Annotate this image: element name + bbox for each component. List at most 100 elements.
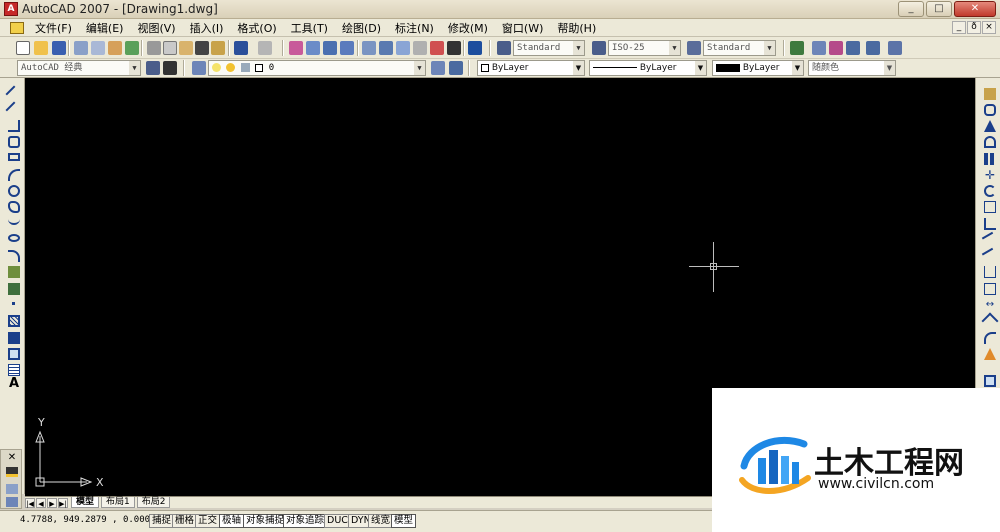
circle-icon[interactable] <box>8 185 20 197</box>
stretch-icon[interactable] <box>984 218 996 230</box>
linetype-select[interactable]: ByLayer ▼ <box>589 60 707 76</box>
3d-dwf-icon[interactable] <box>125 41 139 55</box>
help-icon[interactable] <box>468 41 482 55</box>
draw-order-icon[interactable] <box>984 375 996 387</box>
workspace-settings-icon[interactable] <box>146 61 160 75</box>
document-icon[interactable] <box>10 21 24 34</box>
snap-toggle[interactable]: 捕捉 <box>149 514 175 528</box>
autohide-icon[interactable] <box>6 484 18 494</box>
explode-icon[interactable] <box>984 348 996 360</box>
zoom-previous-icon[interactable] <box>340 41 354 55</box>
hatch-icon[interactable] <box>8 315 20 327</box>
join-icon[interactable]: ↔ <box>984 299 996 311</box>
publish-icon[interactable] <box>108 41 122 55</box>
view-icon[interactable] <box>812 41 826 55</box>
workspace-save-icon[interactable] <box>163 61 177 75</box>
menu-view[interactable]: 视图(V) <box>130 20 182 36</box>
markup-icon[interactable] <box>430 41 444 55</box>
gradient-icon[interactable] <box>8 332 20 344</box>
mirror-icon[interactable] <box>984 120 996 132</box>
first-tab-button[interactable]: |◀ <box>25 497 35 508</box>
table-icon[interactable] <box>8 364 20 376</box>
extend-icon[interactable] <box>981 247 999 265</box>
menu-dimension[interactable]: 标注(N) <box>388 20 441 36</box>
properties-panel-icon[interactable] <box>6 497 18 507</box>
menu-draw[interactable]: 绘图(D) <box>335 20 388 36</box>
make-block-icon[interactable] <box>8 283 20 295</box>
doc-close-button[interactable]: × <box>982 21 996 34</box>
design-center-icon[interactable] <box>379 41 393 55</box>
match-properties-icon[interactable] <box>195 41 209 55</box>
minimize-button[interactable]: _ <box>898 1 924 17</box>
doc-restore-button[interactable]: ð <box>967 21 981 34</box>
copy-icon[interactable] <box>163 41 177 55</box>
doc-minimize-button[interactable]: _ <box>952 21 966 34</box>
fillet-icon[interactable] <box>984 332 996 344</box>
refresh-icon[interactable] <box>790 41 804 55</box>
tab-layout2[interactable]: 布局2 <box>136 497 171 508</box>
properties-icon[interactable] <box>362 41 376 55</box>
pan-icon[interactable] <box>289 41 303 55</box>
polar-toggle[interactable]: 极轴 <box>219 514 245 528</box>
tool-palettes-icon[interactable] <box>396 41 410 55</box>
osnap-toggle[interactable]: 对象捕捉 <box>243 514 288 528</box>
revision-cloud-icon[interactable] <box>8 201 20 213</box>
spline-icon[interactable] <box>8 218 20 225</box>
wizard-icon[interactable] <box>888 41 902 55</box>
plot-style-select[interactable]: 随颜色 ▼ <box>808 60 896 76</box>
scale-icon[interactable] <box>984 201 996 213</box>
menu-file[interactable]: 文件(F) <box>28 20 79 36</box>
palette-icon[interactable] <box>6 467 18 477</box>
region-icon[interactable] <box>8 348 20 360</box>
menu-modify[interactable]: 修改(M) <box>441 20 495 36</box>
tab-model[interactable]: 模型 <box>71 497 100 508</box>
layer-previous-icon[interactable] <box>449 61 463 75</box>
layer-manager-icon[interactable] <box>192 61 206 75</box>
cut-icon[interactable] <box>147 41 161 55</box>
prev-tab-button[interactable]: ◀ <box>36 497 46 508</box>
lineweight-toggle[interactable]: 线宽 <box>368 514 394 528</box>
rectangle-icon[interactable] <box>8 153 20 161</box>
text-style-select[interactable]: Standard ▼ <box>513 40 585 56</box>
menu-tools[interactable]: 工具(T) <box>284 20 335 36</box>
break-icon[interactable] <box>984 283 996 295</box>
menu-window[interactable]: 窗口(W) <box>495 20 550 36</box>
copy-object-icon[interactable] <box>984 104 996 116</box>
ellipse-arc-icon[interactable] <box>8 250 20 262</box>
undo-icon[interactable] <box>234 41 248 55</box>
save-icon[interactable] <box>52 41 66 55</box>
ellipse-icon[interactable] <box>8 234 20 242</box>
menu-help[interactable]: 帮助(H) <box>550 20 603 36</box>
rotate-icon[interactable] <box>984 185 996 197</box>
move-icon[interactable]: ✛ <box>984 169 996 181</box>
last-tab-button[interactable]: ▶| <box>58 497 68 508</box>
close-icon[interactable]: ✕ <box>6 453 18 463</box>
named-views-icon[interactable] <box>829 41 843 55</box>
menu-insert[interactable]: 插入(I) <box>183 20 231 36</box>
viewport-icon[interactable] <box>846 41 860 55</box>
erase-icon[interactable] <box>984 88 996 100</box>
plot-preview-icon[interactable] <box>91 41 105 55</box>
multiline-text-icon[interactable]: A <box>9 377 21 390</box>
paste-icon[interactable] <box>179 41 193 55</box>
line-icon[interactable] <box>5 85 23 103</box>
construction-line-icon[interactable] <box>5 101 23 119</box>
open-icon[interactable] <box>34 41 48 55</box>
dim-style-select[interactable]: ISO-25 ▼ <box>608 40 681 56</box>
table-style-select[interactable]: Standard ▼ <box>703 40 776 56</box>
sheet-set-icon[interactable] <box>413 41 427 55</box>
array-icon[interactable] <box>984 153 996 165</box>
workspace-select[interactable]: AutoCAD 经典 ▼ <box>17 60 141 76</box>
grid-toggle[interactable]: 栅格 <box>172 514 198 528</box>
arc-icon[interactable] <box>8 169 20 181</box>
coordinate-readout[interactable]: 4.7788, 949.2879 , 0.0000 <box>20 515 155 525</box>
chamfer-icon[interactable] <box>981 312 999 330</box>
close-button[interactable]: ✕ <box>954 1 996 17</box>
zoom-window-icon[interactable] <box>323 41 337 55</box>
next-tab-button[interactable]: ▶ <box>47 497 57 508</box>
block-editor-icon[interactable] <box>211 41 225 55</box>
otrack-toggle[interactable]: 对象追踪 <box>283 514 328 528</box>
calculator-icon[interactable] <box>447 41 461 55</box>
color-select[interactable]: ByLayer ▼ <box>477 60 585 76</box>
polygon-icon[interactable] <box>8 136 20 148</box>
